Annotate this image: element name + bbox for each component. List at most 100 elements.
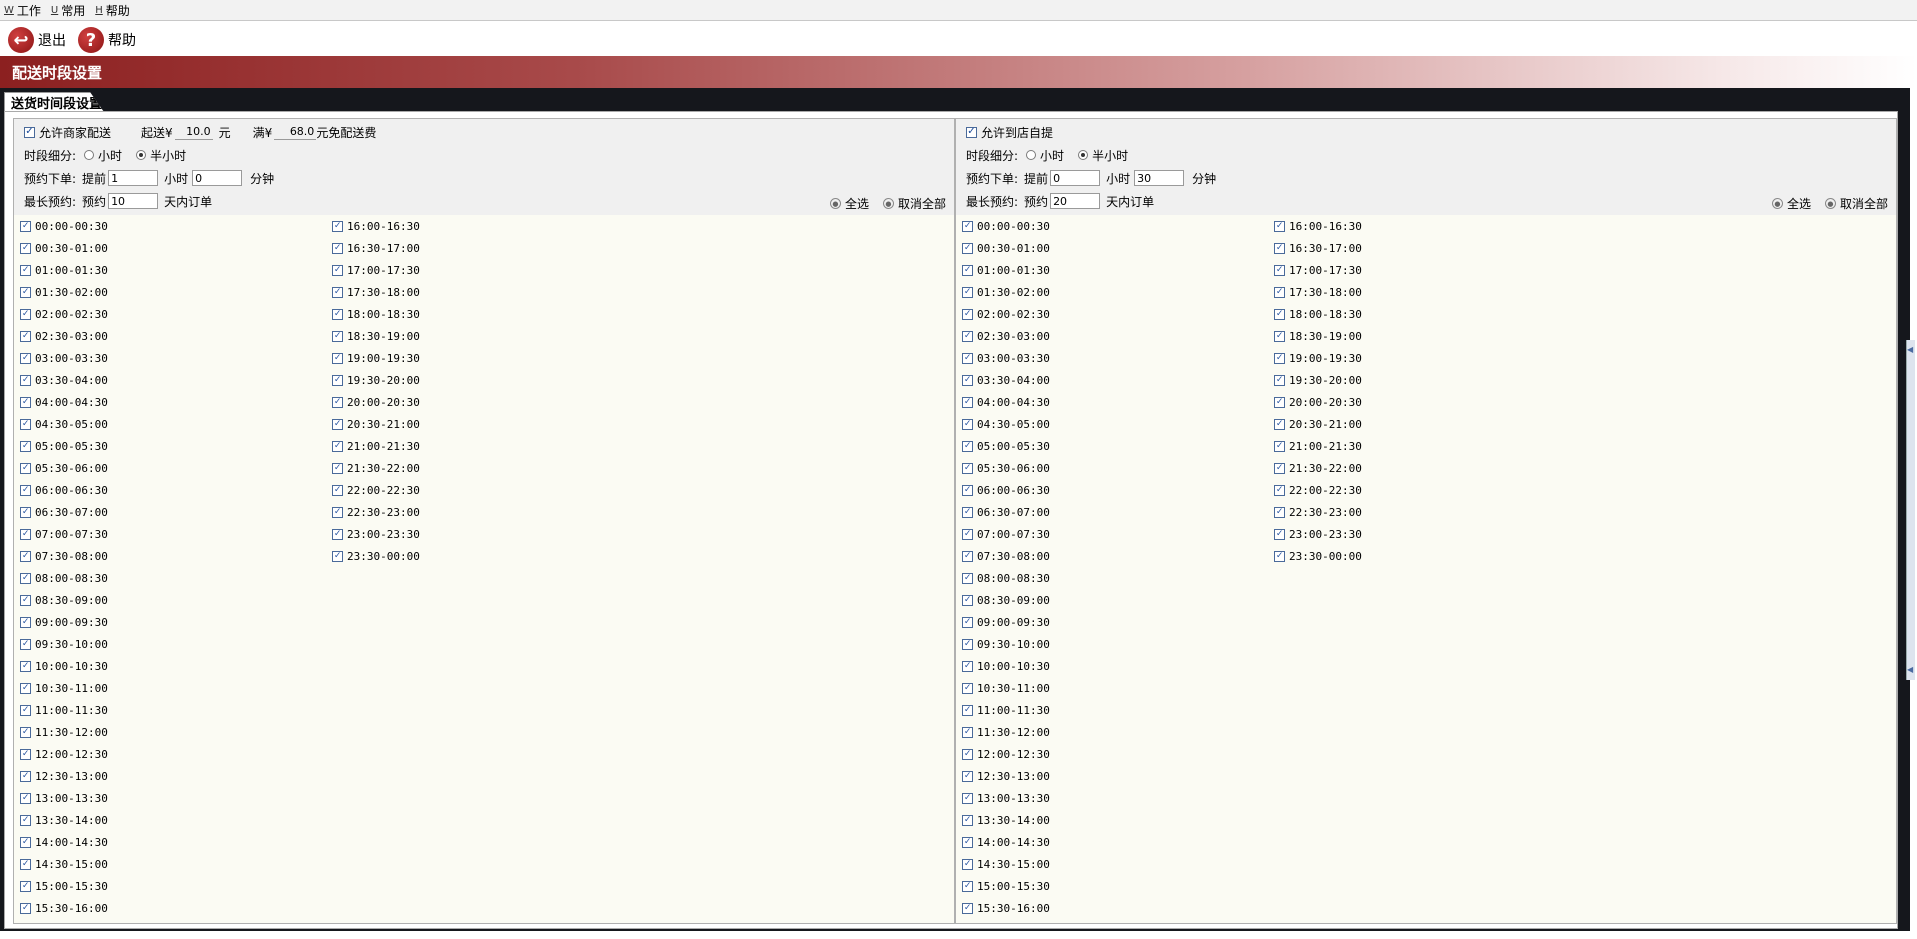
pickup-time-slot-checkbox[interactable]: ✓ — [962, 902, 973, 914]
pickup-advance-hours-input[interactable] — [1050, 170, 1101, 186]
pickup-time-slot[interactable]: ✓ 07:30-08:00 — [962, 547, 1050, 565]
pickup-time-slot-checkbox[interactable]: ✓ — [1274, 396, 1285, 408]
merchant-time-slot-checkbox[interactable]: ✓ — [20, 220, 31, 232]
merchant-time-slot-checkbox[interactable]: ✓ — [20, 836, 31, 848]
merchant-time-slot[interactable]: ✓ 10:30-11:00 — [20, 679, 108, 697]
merchant-time-slot[interactable]: ✓ 00:30-01:00 — [20, 239, 108, 257]
merchant-time-slot-checkbox[interactable]: ✓ — [20, 858, 31, 870]
merchant-time-slot[interactable]: ✓ 22:00-22:30 — [332, 481, 420, 499]
merchant-time-slot[interactable]: ✓ 13:00-13:30 — [20, 789, 108, 807]
pickup-time-slot-checkbox[interactable]: ✓ — [1274, 330, 1285, 342]
merchant-time-slot-checkbox[interactable]: ✓ — [20, 748, 31, 760]
merchant-time-slot[interactable]: ✓ 07:30-08:00 — [20, 547, 108, 565]
pickup-time-slot-checkbox[interactable]: ✓ — [962, 572, 973, 584]
pickup-time-slot[interactable]: ✓ 20:30-21:00 — [1274, 415, 1362, 433]
merchant-time-slot-checkbox[interactable]: ✓ — [20, 902, 31, 914]
merchant-time-slot-checkbox[interactable]: ✓ — [20, 484, 31, 496]
merchant-time-slot-checkbox[interactable]: ✓ — [20, 528, 31, 540]
merchant-time-slot[interactable]: ✓ 18:00-18:30 — [332, 305, 420, 323]
pickup-time-slot-checkbox[interactable]: ✓ — [962, 792, 973, 804]
pickup-time-slot[interactable]: ✓ 16:30-17:00 — [1274, 239, 1362, 257]
pickup-max-days-input[interactable] — [1050, 193, 1101, 209]
pickup-time-slot-checkbox[interactable]: ✓ — [962, 418, 973, 430]
pickup-time-slot-checkbox[interactable]: ✓ — [1274, 528, 1285, 540]
menu-work[interactable]: W 工作 — [4, 2, 41, 19]
merchant-time-slot[interactable]: ✓ 19:30-20:00 — [332, 371, 420, 389]
pickup-time-slot-checkbox[interactable]: ✓ — [962, 880, 973, 892]
pickup-time-slot[interactable]: ✓ 05:30-06:00 — [962, 459, 1050, 477]
pickup-time-slot[interactable]: ✓ 13:00-13:30 — [962, 789, 1050, 807]
pickup-time-slot-checkbox[interactable]: ✓ — [962, 506, 973, 518]
pickup-time-slot[interactable]: ✓ 11:00-11:30 — [962, 701, 1050, 719]
merchant-enable-checkbox[interactable]: ✓ — [24, 126, 35, 138]
pickup-time-slot-checkbox[interactable]: ✓ — [962, 220, 973, 232]
exit-button[interactable]: ↩ 退出 — [8, 27, 66, 53]
pickup-time-slot[interactable]: ✓ 15:00-15:30 — [962, 877, 1050, 895]
pickup-time-slot[interactable]: ✓ 09:00-09:30 — [962, 613, 1050, 631]
pickup-time-slot[interactable]: ✓ 01:00-01:30 — [962, 261, 1050, 279]
pickup-time-slot-checkbox[interactable]: ✓ — [962, 704, 973, 716]
merchant-time-slot[interactable]: ✓ 21:30-22:00 — [332, 459, 420, 477]
pickup-time-slot[interactable]: ✓ 02:30-03:00 — [962, 327, 1050, 345]
pickup-time-slot[interactable]: ✓ 00:30-01:00 — [962, 239, 1050, 257]
tab-delivery-time[interactable]: 送货时间段设置 — [4, 92, 104, 112]
pickup-time-slot[interactable]: ✓ 21:30-22:00 — [1274, 459, 1362, 477]
scroll-down-arrow-icon[interactable]: ◀ — [1907, 665, 1913, 674]
merchant-deselect-all-button[interactable]: ● 取消全部 — [882, 195, 946, 212]
merchant-time-slot[interactable]: ✓ 08:30-09:00 — [20, 591, 108, 609]
merchant-time-slot[interactable]: ✓ 04:00-04:30 — [20, 393, 108, 411]
merchant-time-slot-checkbox[interactable]: ✓ — [332, 506, 343, 518]
merchant-time-slot[interactable]: ✓ 15:00-15:30 — [20, 877, 108, 895]
merchant-time-slot[interactable]: ✓ 20:30-21:00 — [332, 415, 420, 433]
pickup-time-slot[interactable]: ✓ 06:30-07:00 — [962, 503, 1050, 521]
merchant-time-slot[interactable]: ✓ 22:30-23:00 — [332, 503, 420, 521]
merchant-time-slot[interactable]: ✓ 14:00-14:30 — [20, 833, 108, 851]
merchant-time-slot[interactable]: ✓ 01:00-01:30 — [20, 261, 108, 279]
pickup-time-slot[interactable]: ✓ 10:30-11:00 — [962, 679, 1050, 697]
pickup-time-slot[interactable]: ✓ 06:00-06:30 — [962, 481, 1050, 499]
pickup-time-slot-checkbox[interactable]: ✓ — [1274, 308, 1285, 320]
pickup-time-slot[interactable]: ✓ 15:30-16:00 — [962, 899, 1050, 917]
pickup-time-slot[interactable]: ✓ 19:30-20:00 — [1274, 371, 1362, 389]
pickup-time-slot-checkbox[interactable]: ✓ — [962, 440, 973, 452]
merchant-time-slot-checkbox[interactable]: ✓ — [332, 242, 343, 254]
merchant-time-slot[interactable]: ✓ 08:00-08:30 — [20, 569, 108, 587]
merchant-time-slot-checkbox[interactable]: ✓ — [20, 462, 31, 474]
pickup-half-hour-radio[interactable] — [1078, 150, 1089, 160]
merchant-time-slot-checkbox[interactable]: ✓ — [20, 550, 31, 562]
merchant-time-slot[interactable]: ✓ 03:30-04:00 — [20, 371, 108, 389]
pickup-time-slot-checkbox[interactable]: ✓ — [962, 858, 973, 870]
menu-help[interactable]: H 帮助 — [95, 2, 130, 19]
pickup-time-slot[interactable]: ✓ 14:30-15:00 — [962, 855, 1050, 873]
merchant-time-slot-checkbox[interactable]: ✓ — [332, 528, 343, 540]
pickup-time-slot[interactable]: ✓ 17:30-18:00 — [1274, 283, 1362, 301]
pickup-time-slot[interactable]: ✓ 18:00-18:30 — [1274, 305, 1362, 323]
merchant-time-slot-checkbox[interactable]: ✓ — [332, 484, 343, 496]
pickup-time-slot[interactable]: ✓ 19:00-19:30 — [1274, 349, 1362, 367]
merchant-time-slot-checkbox[interactable]: ✓ — [20, 308, 31, 320]
merchant-time-slot-checkbox[interactable]: ✓ — [20, 704, 31, 716]
pickup-time-slot-checkbox[interactable]: ✓ — [962, 286, 973, 298]
merchant-time-slot-checkbox[interactable]: ✓ — [332, 286, 343, 298]
merchant-max-days-input[interactable] — [108, 193, 159, 209]
merchant-hour-radio[interactable] — [84, 150, 95, 160]
merchant-time-slot[interactable]: ✓ 17:30-18:00 — [332, 283, 420, 301]
merchant-time-slot[interactable]: ✓ 09:30-10:00 — [20, 635, 108, 653]
pickup-time-slot-checkbox[interactable]: ✓ — [962, 264, 973, 276]
free-delivery-input[interactable] — [274, 124, 317, 140]
merchant-time-slot-checkbox[interactable]: ✓ — [20, 264, 31, 276]
merchant-select-all-button[interactable]: ● 全选 — [829, 195, 869, 212]
pickup-time-slot-checkbox[interactable]: ✓ — [1274, 440, 1285, 452]
pickup-time-slot[interactable]: ✓ 23:30-00:00 — [1274, 547, 1362, 565]
merchant-time-slot-checkbox[interactable]: ✓ — [20, 638, 31, 650]
merchant-time-slot[interactable]: ✓ 21:00-21:30 — [332, 437, 420, 455]
merchant-time-slot-checkbox[interactable]: ✓ — [20, 286, 31, 298]
pickup-time-slot-checkbox[interactable]: ✓ — [1274, 286, 1285, 298]
merchant-time-slot[interactable]: ✓ 12:30-13:00 — [20, 767, 108, 785]
pickup-time-slot-checkbox[interactable]: ✓ — [962, 770, 973, 782]
min-order-input[interactable] — [174, 124, 213, 140]
merchant-time-slot-checkbox[interactable]: ✓ — [20, 418, 31, 430]
merchant-time-slot[interactable]: ✓ 12:00-12:30 — [20, 745, 108, 763]
pickup-deselect-all-button[interactable]: ● 取消全部 — [1824, 195, 1888, 212]
merchant-time-slot-checkbox[interactable]: ✓ — [20, 374, 31, 386]
